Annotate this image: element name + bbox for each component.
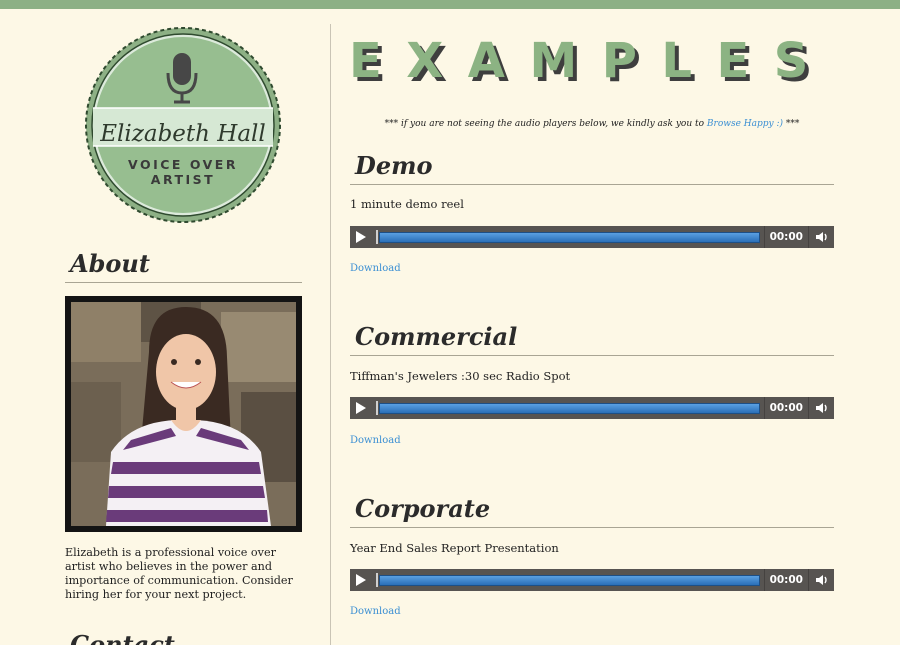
demo-audio-player: 00:00	[350, 226, 834, 248]
logo-subtitle-line1: VOICE OVER	[128, 157, 238, 172]
time-display: 00:00	[763, 226, 808, 248]
play-icon[interactable]	[350, 397, 372, 419]
top-accent-bar	[0, 0, 900, 9]
corporate-download-link[interactable]: Download	[350, 606, 401, 617]
logo-badge[interactable]: Elizabeth Hall VOICE OVER ARTIST	[84, 26, 282, 224]
demo-description: 1 minute demo reel	[350, 197, 464, 211]
volume-icon[interactable]	[808, 226, 834, 248]
contact-heading: Contact	[70, 630, 175, 645]
sidebar: Elizabeth Hall VOICE OVER ARTIST About E…	[0, 9, 330, 645]
time-display: 00:00	[763, 569, 808, 591]
commercial-description: Tiffman's Jewelers :30 sec Radio Spot	[350, 369, 571, 383]
play-icon[interactable]	[350, 569, 372, 591]
browse-happy-link[interactable]: Browse Happy :)	[707, 119, 783, 129]
corporate-heading: Corporate	[350, 492, 834, 528]
about-text: Elizabeth is a professional voice over a…	[65, 546, 293, 601]
volume-icon[interactable]	[808, 569, 834, 591]
logo-subtitle: VOICE OVER ARTIST	[84, 157, 282, 187]
logo-subtitle-line2: ARTIST	[150, 172, 216, 187]
about-heading: About	[65, 247, 302, 283]
corporate-description: Year End Sales Report Presentation	[350, 541, 559, 555]
scrubber-handle[interactable]	[376, 573, 378, 587]
commercial-download-link[interactable]: Download	[350, 435, 401, 446]
progress-track[interactable]	[379, 231, 760, 243]
notice-suffix: ***	[785, 119, 800, 129]
main-content: EXAMPLES *** if you are not seeing the a…	[331, 9, 900, 645]
time-display: 00:00	[763, 397, 808, 419]
logo-name: Elizabeth Hall	[100, 121, 266, 147]
play-icon[interactable]	[350, 226, 372, 248]
commercial-heading: Commercial	[350, 320, 834, 356]
corporate-audio-player: 00:00	[350, 569, 834, 591]
commercial-audio-player: 00:00	[350, 397, 834, 419]
profile-photo-image	[71, 302, 296, 526]
profile-photo	[65, 296, 302, 532]
scrubber-handle[interactable]	[376, 230, 378, 244]
progress-track[interactable]	[379, 574, 760, 586]
demo-download-link[interactable]: Download	[350, 263, 401, 274]
notice-prefix: *** if you are not seeing the audio play…	[384, 119, 705, 129]
browser-notice: *** if you are not seeing the audio play…	[350, 119, 834, 129]
scrubber-handle[interactable]	[376, 401, 378, 415]
progress-track[interactable]	[379, 402, 760, 414]
volume-icon[interactable]	[808, 397, 834, 419]
demo-heading: Demo	[350, 149, 834, 185]
page-title: EXAMPLES	[349, 33, 833, 89]
